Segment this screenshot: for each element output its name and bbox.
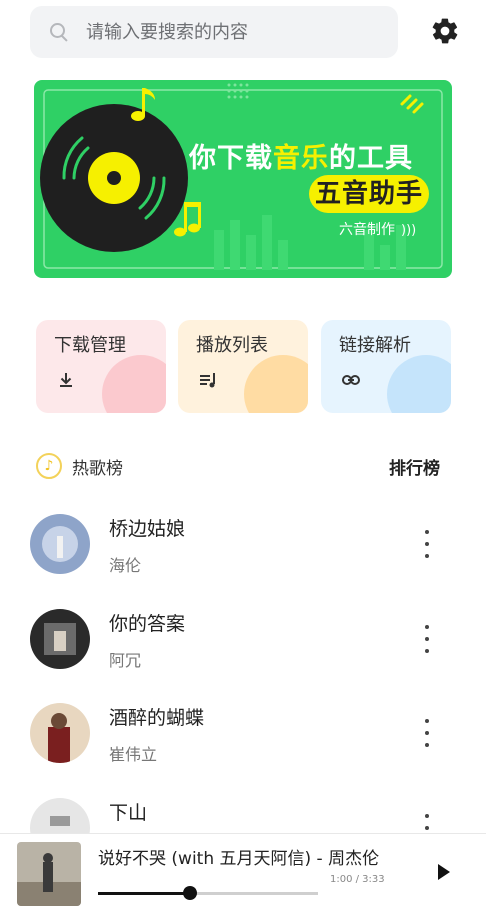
playlist-icon (200, 373, 215, 388)
sound-wave-icon: ))) (401, 223, 417, 238)
card-label: 下载管理 (54, 335, 126, 356)
now-playing-title: 说好不哭 (with 五月天阿信) - 周杰伦 (98, 849, 380, 869)
download-manager-card[interactable]: 下载管理 (36, 320, 166, 413)
card-label: 链接解析 (339, 335, 411, 356)
hot-songs-header: ♪ 热歌榜 排行榜 (36, 450, 440, 482)
song-title: 酒醉的蝴蝶 (109, 707, 205, 729)
more-options-icon[interactable] (418, 530, 436, 558)
song-artist: 海伦 (109, 556, 142, 575)
link-icon (342, 375, 360, 385)
now-playing-cover (17, 842, 81, 906)
link-parse-card[interactable]: 链接解析 (321, 320, 451, 413)
song-title: 下山 (109, 802, 148, 824)
progress-slider[interactable] (98, 886, 318, 900)
song-row[interactable]: 酒醉的蝴蝶 崔伟立 (30, 703, 450, 783)
playback-time: 1:00 / 3:33 (330, 874, 385, 885)
search-icon (48, 21, 70, 43)
song-artist: 崔伟立 (109, 745, 158, 764)
play-icon[interactable] (436, 862, 452, 882)
banner-headline: 你下载音乐的工具 (189, 143, 413, 174)
hot-songs-title: 热歌榜 (72, 458, 123, 479)
song-title: 桥边姑娘 (109, 518, 186, 540)
album-cover (30, 703, 90, 763)
album-cover (30, 514, 90, 574)
song-row[interactable]: 桥边姑娘 海伦 (30, 514, 450, 594)
gear-icon[interactable] (430, 16, 460, 46)
banner-maker: 六音制作))) (339, 222, 417, 238)
song-row[interactable]: 你的答案 阿冗 (30, 609, 450, 689)
more-options-icon[interactable] (418, 625, 436, 653)
song-artist: 阿冗 (109, 651, 142, 670)
playlist-card[interactable]: 播放列表 (178, 320, 308, 413)
download-icon (60, 373, 72, 387)
music-note-icon: ♪ (36, 453, 62, 479)
song-title: 你的答案 (109, 613, 186, 635)
now-playing-bar[interactable]: 说好不哭 (with 五月天阿信) - 周杰伦 1:00 / 3:33 (0, 833, 486, 911)
album-cover (30, 609, 90, 669)
search-bar[interactable] (30, 6, 398, 58)
card-label: 播放列表 (196, 335, 268, 356)
more-options-icon[interactable] (418, 719, 436, 747)
promo-banner[interactable]: 你下载音乐的工具 五音助手 六音制作))) (34, 80, 452, 278)
rankings-link[interactable]: 排行榜 (389, 454, 440, 479)
progress-handle[interactable] (183, 886, 198, 900)
banner-app-name: 五音助手 (309, 175, 429, 213)
search-input[interactable] (86, 21, 376, 43)
